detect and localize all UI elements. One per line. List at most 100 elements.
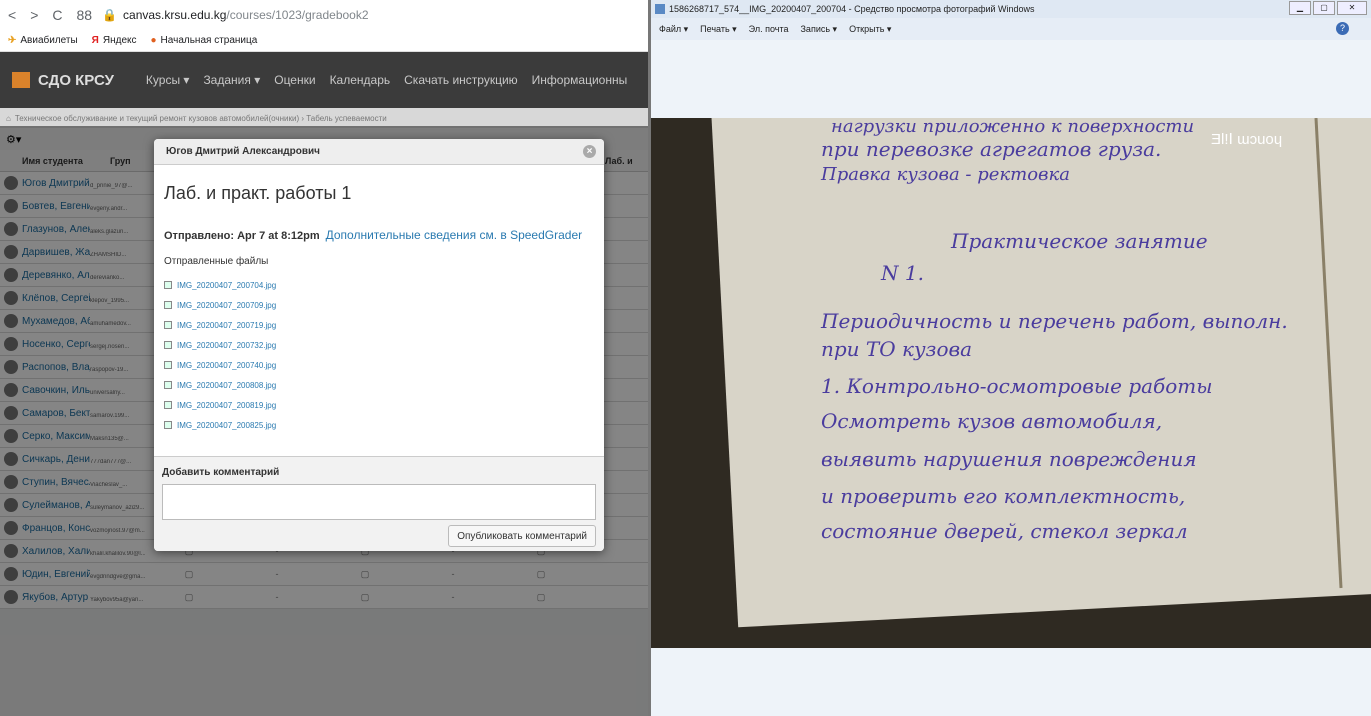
file-link[interactable]: IMG_20200407_200825.jpg [164, 415, 604, 435]
assignment-title: Лаб. и практ. работы 1 [164, 183, 352, 203]
bookmark-label: Яндекс [102, 35, 137, 46]
file-link[interactable]: IMG_20200407_200732.jpg [164, 335, 604, 355]
image-file-icon [164, 281, 172, 289]
minimize-icon[interactable]: ▁ [1289, 1, 1311, 15]
bookmarks-bar: ✈ Авиабилеты Я Яндекс ● Начальная страница [0, 30, 648, 52]
window-controls: ▁ ▢ ✕ [1287, 1, 1367, 15]
hw-line-12: состояние дверей, стекол зеркал [821, 519, 1188, 543]
bookmark-aviabilety[interactable]: ✈ Авиабилеты [8, 35, 78, 46]
image-file-icon [164, 381, 172, 389]
file-link[interactable]: IMG_20200407_200808.jpg [164, 375, 604, 395]
hw-line-6: Периодичность и перечень работ, выполн. [820, 309, 1288, 333]
submission-dialog: Югов Дмитрий Александрович × Лаб. и прак… [154, 139, 604, 551]
notebook-photo: ƎƖ!ꓲ ɯɔuoɥ нагрузки приложенно к поверхн… [651, 118, 1371, 648]
image-file-icon [164, 421, 172, 429]
file-link[interactable]: IMG_20200407_200740.jpg [164, 355, 604, 375]
url-field[interactable]: canvas.krsu.edu.kg/courses/1023/gradeboo… [123, 8, 369, 22]
breadcrumb-text[interactable]: Техническое обслуживание и текущий ремон… [15, 114, 387, 123]
viewer-bottom-space [651, 648, 1371, 716]
image-file-icon [164, 341, 172, 349]
apps-icon[interactable]: 88 [77, 7, 93, 23]
comment-section: Добавить комментарий Опубликовать коммен… [154, 456, 604, 551]
viewer-title: 1586268717_574__IMG_20200407_200704 - Ср… [669, 4, 1035, 14]
hw-line-1: нагрузки приложенно к поверхности [831, 118, 1194, 137]
hw-line-9: Осмотреть кузов автомобиля, [821, 409, 1162, 433]
url-host: canvas.krsu.edu.kg [123, 8, 227, 22]
hw-line-5: N 1. [880, 261, 924, 285]
address-bar: < > C 88 🔒 canvas.krsu.edu.kg/courses/10… [0, 0, 648, 30]
logo-icon [12, 72, 30, 88]
hw-line-8: 1. Контрольно-осмотровые работы [821, 374, 1213, 398]
dialog-student-name: Югов Дмитрий Александрович [166, 146, 320, 157]
photo-viewer-icon [655, 4, 665, 14]
dialog-header: Югов Дмитрий Александрович × [154, 139, 604, 165]
bookmark-label: Начальная страница [160, 35, 258, 46]
file-link[interactable]: IMG_20200407_200719.jpg [164, 315, 604, 335]
url-path: /courses/1023/gradebook2 [226, 8, 369, 22]
viewer-top-space [651, 40, 1371, 118]
bookmark-yandex[interactable]: Я Яндекс [92, 35, 137, 46]
yandex-icon: Я [91, 35, 99, 46]
back-icon[interactable]: < [8, 7, 16, 23]
hw-line-4: Практическое занятие [950, 229, 1208, 253]
file-name: IMG_20200407_200740.jpg [177, 360, 277, 370]
home-page-icon: ● [150, 35, 157, 46]
menu-burn[interactable]: Запись ▾ [801, 24, 838, 35]
publish-comment-button[interactable]: Опубликовать комментарий [448, 525, 596, 547]
file-link[interactable]: IMG_20200407_200709.jpg [164, 295, 604, 315]
page-fold [1314, 118, 1343, 589]
comment-label: Добавить комментарий [162, 467, 280, 478]
submission-info: Отправлено: Apr 7 at 8:12pm Дополнительн… [164, 228, 596, 242]
image-file-icon [164, 321, 172, 329]
files-heading: Отправленные файлы [164, 256, 269, 267]
close-window-icon[interactable]: ✕ [1337, 1, 1367, 15]
maximize-icon[interactable]: ▢ [1313, 1, 1335, 15]
plane-icon: ✈ [8, 35, 17, 46]
hw-line-2: при перевозке агрегатов груза. [821, 137, 1161, 161]
viewer-titlebar: 1586268717_574__IMG_20200407_200704 - Ср… [651, 0, 1371, 18]
file-link[interactable]: IMG_20200407_200704.jpg [164, 275, 604, 295]
image-file-icon [164, 301, 172, 309]
close-icon[interactable]: × [583, 145, 596, 158]
nav-info[interactable]: Информационны [532, 73, 628, 87]
site-logo[interactable]: СДО КРСУ [12, 72, 114, 89]
top-navigation: СДО КРСУ Курсы ▾ Задания ▾ Оценки Календ… [0, 52, 648, 108]
menu-email[interactable]: Эл. почта [749, 24, 789, 34]
image-file-icon [164, 361, 172, 369]
nav-assignments[interactable]: Задания ▾ [203, 73, 260, 87]
hw-line-10: выявить нарушения повреждения [821, 447, 1197, 471]
menu-print[interactable]: Печать ▾ [700, 24, 737, 35]
reload-icon[interactable]: C [52, 7, 62, 23]
speedgrader-link[interactable]: Дополнительные сведения см. в SpeedGrade… [326, 228, 583, 242]
browser-window: < > C 88 🔒 canvas.krsu.edu.kg/courses/10… [0, 0, 648, 716]
logo-text: СДО КРСУ [38, 71, 114, 89]
image-file-icon [164, 401, 172, 409]
comment-input[interactable] [162, 484, 596, 520]
file-list: IMG_20200407_200704.jpg IMG_20200407_200… [164, 275, 604, 435]
submitted-date: Отправлено: Apr 7 at 8:12pm [164, 230, 320, 242]
home-icon[interactable]: ⌂ [6, 114, 11, 123]
handwriting-layer: ƎƖ!ꓲ ɯɔuoɥ нагрузки приложенно к поверхн… [711, 118, 1371, 598]
help-icon[interactable]: ? [1336, 22, 1349, 35]
breadcrumb: ⌂ Техническое обслуживание и текущий ремо… [0, 108, 648, 128]
bookmark-label: Авиабилеты [20, 35, 78, 46]
hw-line-3: Правка кузова - ректовка [820, 164, 1070, 185]
watermark-text: ƎƖ!ꓲ ɯɔuoɥ [1211, 131, 1282, 148]
nav-download-guide[interactable]: Скачать инструкцию [404, 73, 518, 87]
nav-calendar[interactable]: Календарь [330, 73, 391, 87]
menu-open[interactable]: Открыть ▾ [849, 24, 891, 35]
file-name: IMG_20200407_200732.jpg [177, 340, 277, 350]
menu-file[interactable]: Файл ▾ [659, 24, 688, 35]
file-name: IMG_20200407_200719.jpg [177, 320, 277, 330]
nav-grades[interactable]: Оценки [274, 73, 315, 87]
lock-icon: 🔒 [102, 8, 118, 22]
forward-icon[interactable]: > [30, 7, 38, 23]
hw-line-11: и проверить его комплектность, [821, 484, 1185, 508]
bookmark-home[interactable]: ● Начальная страница [151, 35, 258, 46]
file-name: IMG_20200407_200819.jpg [177, 400, 277, 410]
file-name: IMG_20200407_200808.jpg [177, 380, 277, 390]
hw-line-7: при ТО кузова [821, 337, 972, 361]
nav-courses[interactable]: Курсы ▾ [146, 73, 190, 87]
file-name: IMG_20200407_200825.jpg [177, 420, 277, 430]
file-link[interactable]: IMG_20200407_200819.jpg [164, 395, 604, 415]
